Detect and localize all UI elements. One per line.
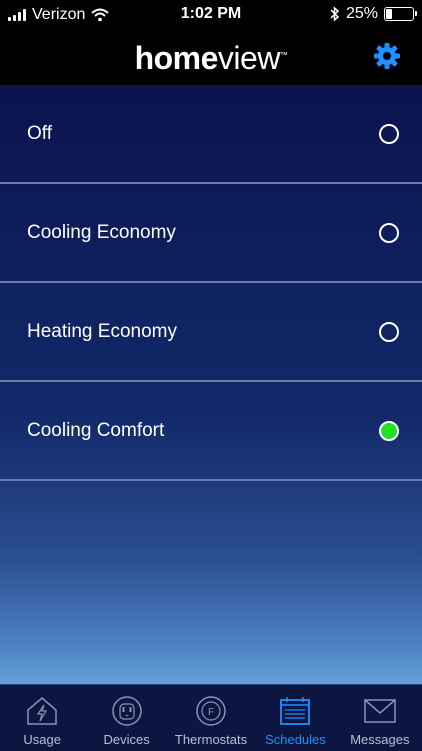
gear-icon <box>374 43 400 69</box>
schedule-item-cooling-economy[interactable]: Cooling Economy <box>0 184 422 283</box>
tab-bar: Usage Devices F Thermostats Schedules Me… <box>0 684 422 751</box>
tab-devices[interactable]: Devices <box>84 685 168 751</box>
schedule-item-off[interactable]: Off <box>0 85 422 184</box>
tab-usage[interactable]: Usage <box>0 685 84 751</box>
house-bolt-icon <box>27 697 57 725</box>
schedule-label: Off <box>27 122 52 144</box>
logo-view: view <box>217 40 281 76</box>
tab-label: Thermostats <box>174 732 248 747</box>
tab-label: Devices <box>103 732 150 747</box>
schedule-label: Cooling Economy <box>27 221 176 243</box>
tab-thermostats[interactable]: F Thermostats <box>169 685 253 751</box>
battery-icon <box>384 7 417 21</box>
tab-label: Usage <box>23 732 61 747</box>
battery-percent: 25% <box>345 5 378 22</box>
radio-button[interactable] <box>379 123 399 144</box>
schedule-item-heating-economy[interactable]: Heating Economy <box>0 283 422 382</box>
tab-label: Schedules <box>265 732 326 747</box>
logo-home: home <box>134 40 219 76</box>
schedule-label: Heating Economy <box>27 320 177 342</box>
tab-messages[interactable]: Messages <box>338 685 422 751</box>
schedule-item-cooling-comfort[interactable]: Cooling Comfort <box>0 382 422 481</box>
radio-button[interactable] <box>379 222 399 243</box>
svg-text:F: F <box>208 707 214 718</box>
tab-label: Messages <box>350 732 410 747</box>
tab-schedules[interactable]: Schedules <box>253 685 337 751</box>
app-header: homeview™ <box>0 30 422 85</box>
envelope-icon <box>364 699 396 723</box>
battery-fill <box>386 9 393 19</box>
bluetooth-icon <box>330 6 340 22</box>
status-right: 25% <box>330 5 417 23</box>
status-bar: Verizon 1:02 PM 25% <box>0 0 422 30</box>
radio-button[interactable] <box>379 321 399 342</box>
schedule-label: Cooling Comfort <box>27 419 165 441</box>
logo-trademark: ™ <box>279 50 288 60</box>
radio-button[interactable] <box>379 420 399 441</box>
thermostat-icon: F <box>196 696 226 726</box>
homeview-logo: homeview™ <box>0 40 422 77</box>
outlet-icon <box>111 696 142 726</box>
schedule-list: Off Cooling Economy Heating Economy Cool… <box>0 85 422 481</box>
settings-button[interactable] <box>372 41 402 71</box>
calendar-icon <box>280 697 311 725</box>
